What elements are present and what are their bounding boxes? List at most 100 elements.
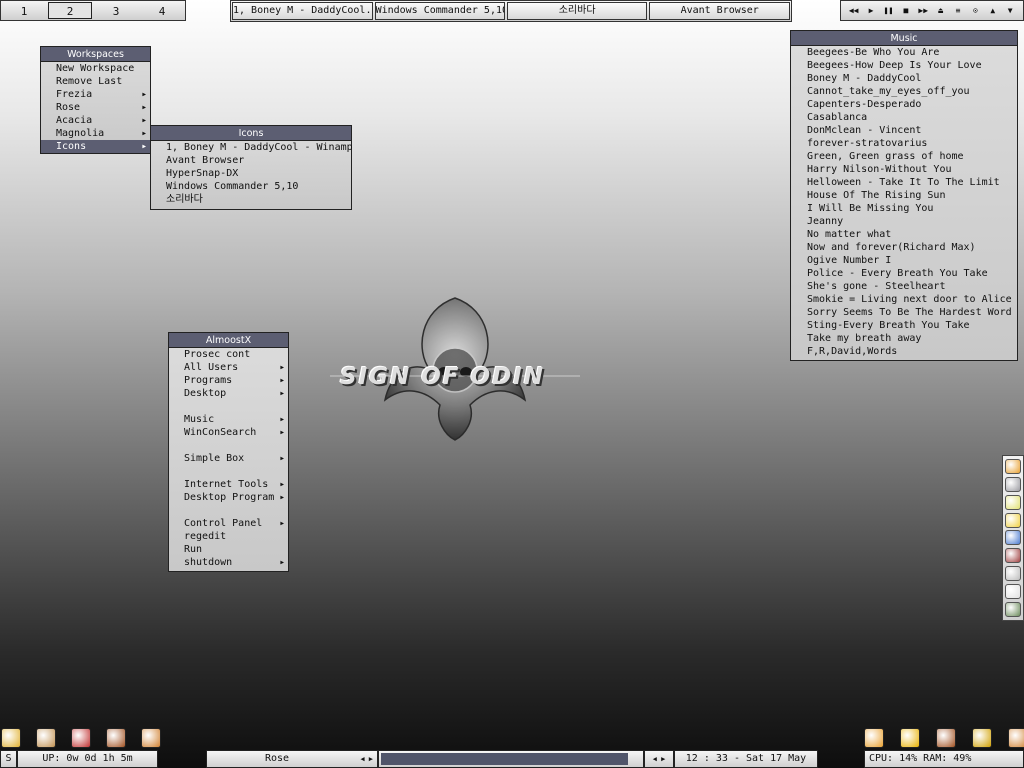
menu-item-new-workspace[interactable]: New Workspace [41,62,150,75]
pause-icon[interactable]: ❚❚ [881,6,895,15]
menu-item-music[interactable]: Music ▶ [169,413,288,426]
task-soribada[interactable]: 소리바다 [506,2,648,20]
progress-arrows-icon[interactable]: ◀ ▶ [644,750,674,768]
song-item[interactable]: Beegees-Be Who You Are [791,46,1017,59]
window-item[interactable]: Avant Browser [151,154,351,167]
song-item[interactable]: No matter what [791,228,1017,241]
tools-icon[interactable] [1005,548,1021,564]
up-icon[interactable]: ▲ [986,6,1000,15]
menu-item-control-panel[interactable]: Control Panel ▶ [169,517,288,530]
song-item[interactable]: Ogive Number I [791,254,1017,267]
window-item[interactable]: 소리바다 [151,193,351,206]
song-item[interactable]: Helloween - Take It To The Limit [791,176,1017,189]
song-item[interactable]: House Of The Rising Sun [791,189,1017,202]
system-monitor: CPU: 14% RAM: 49% [864,750,1024,768]
menu-separator [169,439,288,452]
task-avant-browser[interactable]: Avant Browser [649,2,790,20]
task-windows-commander[interactable]: Windows Commander 5,10 [374,2,505,20]
forward-icon[interactable]: ▶▶ [916,6,930,15]
submenu-arrow-icon: ▶ [142,91,146,98]
song-item[interactable]: Harry Nilson-Without You [791,163,1017,176]
menu-item-icons[interactable]: Icons ▶ [41,140,150,153]
computer-icon[interactable] [1005,477,1021,493]
menu-item-label: Run [184,544,203,555]
menu-item-label: regedit [184,531,227,542]
window-item[interactable]: HyperSnap-DX [151,167,351,180]
play-icon[interactable]: ▶ [864,6,878,15]
menu-item-run[interactable]: Run [169,543,288,556]
song-item[interactable]: Smokie = Living next door to Alice [791,293,1017,306]
song-item[interactable]: Capenters-Desperado [791,98,1017,111]
menu-item-magnolia[interactable]: Magnolia ▶ [41,127,150,140]
pie-icon[interactable] [1,728,21,748]
song-item[interactable]: Sorry Seems To Be The Hardest Word [791,306,1017,319]
menu-item-desktop-program[interactable]: Desktop Program ▶ [169,491,288,504]
song-item[interactable]: Casablanca [791,111,1017,124]
song-item[interactable]: F,R,David,Words [791,345,1017,358]
book-icon[interactable] [106,728,126,748]
song-item[interactable]: Jeanny [791,215,1017,228]
song-item[interactable]: She's gone - Steelheart [791,280,1017,293]
progress-bar[interactable] [378,750,644,768]
paint-icon[interactable] [1008,728,1024,748]
window-item[interactable]: Windows Commander 5,10 [151,180,351,193]
task-winamp[interactable]: 1, Boney M - DaddyCool... [232,2,373,20]
paint-icon[interactable] [141,728,161,748]
korean-input-icon[interactable] [1005,601,1021,617]
song-item[interactable]: Sting-Every Breath You Take [791,319,1017,332]
workspace-switcher[interactable]: Rose ◀ ▶ [206,750,378,768]
submenu-arrow-icon: ▶ [142,130,146,137]
song-item[interactable]: I Will Be Missing You [791,202,1017,215]
menu-item-simple-box[interactable]: Simple Box ▶ [169,452,288,465]
song-item[interactable]: Green, Green grass of home [791,150,1017,163]
song-item[interactable]: Take my breath away [791,332,1017,345]
window-item[interactable]: 1, Boney M - DaddyCool - Winamp [151,141,353,154]
menu-item-frezia[interactable]: Frezia ▶ [41,88,150,101]
home-icon[interactable] [36,728,56,748]
menu-item-acacia[interactable]: Acacia ▶ [41,114,150,127]
menu-item-rose[interactable]: Rose ▶ [41,101,150,114]
song-item[interactable]: Boney M - DaddyCool [791,72,1017,85]
down-icon[interactable]: ▼ [1003,6,1017,15]
song-item[interactable]: Cannot_take_my_eyes_off_you [791,85,1017,98]
note-icon[interactable] [1005,494,1021,510]
menu-item-winconsearch[interactable]: WinConSearch ▶ [169,426,288,439]
media-player-controls: ◀◀ ▶ ❚❚ ■ ▶▶ ⏏ ≡ ⊙ ▲ ▼ [840,0,1024,21]
submenu-arrow-icon: ▶ [142,143,146,150]
gold-icon[interactable] [972,728,992,748]
apple-icon[interactable] [71,728,91,748]
folder-icon[interactable] [1005,512,1021,528]
network-icon[interactable] [1005,530,1021,546]
book-icon[interactable] [936,728,956,748]
song-item[interactable]: Beegees-How Deep Is Your Love [791,59,1017,72]
menu-item-remove-last[interactable]: Remove Last [41,75,150,88]
menu-item-label: Frezia [56,89,93,100]
rewind-icon[interactable]: ◀◀ [847,6,861,15]
workspace-2-button[interactable]: 2 [48,2,92,19]
flower-icon[interactable] [864,728,884,748]
flower-icon[interactable] [1005,459,1021,475]
workspace-arrows-icon[interactable]: ◀ ▶ [360,751,373,767]
menu-item-shutdown[interactable]: shutdown ▶ [169,556,288,569]
menu-item-internet-tools[interactable]: Internet Tools ▶ [169,478,288,491]
menu-item-prosec-cont[interactable]: Prosec cont [169,348,288,361]
workspace-4-button[interactable]: 4 [140,2,184,19]
workspace-3-button[interactable]: 3 [94,2,138,19]
song-item[interactable]: Police - Every Breath You Take [791,267,1017,280]
menu-item-all-users[interactable]: All Users ▶ [169,361,288,374]
star-icon[interactable] [900,728,920,748]
menu-item-desktop[interactable]: Desktop ▶ [169,387,288,400]
song-item[interactable]: Now and forever(Richard Max) [791,241,1017,254]
settings-icon[interactable]: ⊙ [968,6,982,15]
song-item[interactable]: DonMclean - Vincent [791,124,1017,137]
menu-item-programs[interactable]: Programs ▶ [169,374,288,387]
song-item[interactable]: forever-stratovarius [791,137,1017,150]
screen-label[interactable]: S [0,750,17,768]
playlist-icon[interactable]: ≡ [951,6,965,15]
eject-icon[interactable]: ⏏ [934,6,948,15]
menu-item-regedit[interactable]: regedit [169,530,288,543]
bulb-icon[interactable] [1005,583,1021,599]
stop-icon[interactable]: ■ [899,6,913,15]
printer-icon[interactable] [1005,565,1021,581]
workspace-1-button[interactable]: 1 [2,2,46,19]
